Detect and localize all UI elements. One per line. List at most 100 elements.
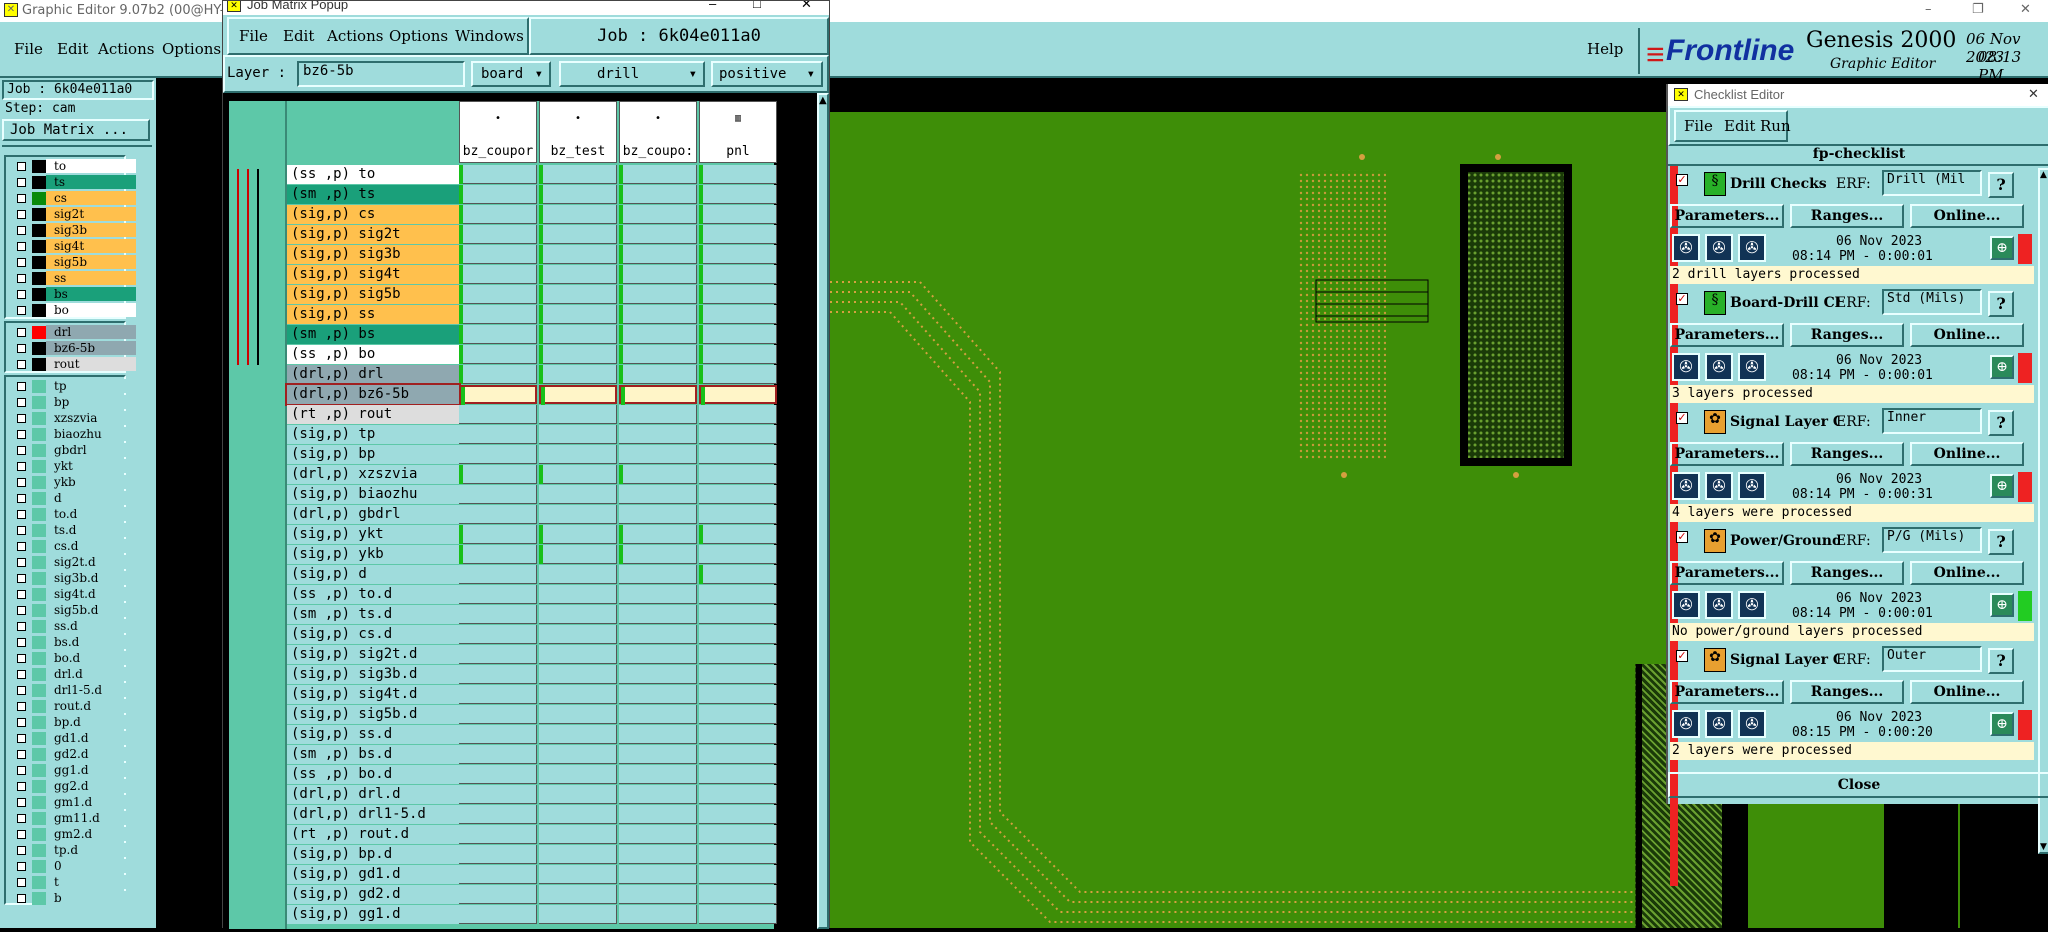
- reset-icon[interactable]: ✇: [1738, 472, 1766, 500]
- matrix-cell[interactable]: [619, 225, 697, 244]
- layer-swatch[interactable]: [32, 572, 46, 585]
- layer-swatch[interactable]: [32, 844, 46, 857]
- layer-row[interactable]: rout.d: [14, 699, 136, 714]
- action-checkbox[interactable]: ✓: [1676, 174, 1688, 186]
- layer-checkbox[interactable]: [17, 344, 26, 353]
- matrix-column-header[interactable]: • bz_coupor: [459, 101, 537, 163]
- layer-swatch[interactable]: [32, 326, 46, 339]
- layer-swatch[interactable]: [32, 700, 46, 713]
- layer-row[interactable]: drl1-5.d: [14, 683, 136, 698]
- matrix-cell[interactable]: [459, 805, 537, 824]
- matrix-row[interactable]: (sig,p) ss.d: [229, 725, 777, 744]
- layer-checkbox[interactable]: [17, 510, 26, 519]
- matrix-cell[interactable]: [699, 545, 777, 564]
- menu-help[interactable]: Help: [1587, 40, 1623, 58]
- matrix-cell[interactable]: [619, 825, 697, 844]
- layer-row[interactable]: gd1.d: [14, 731, 136, 746]
- layer-checkbox[interactable]: [17, 830, 26, 839]
- matrix-row-label[interactable]: (sig,p) sig3b.d: [287, 665, 459, 684]
- matrix-cell[interactable]: [459, 725, 537, 744]
- layer-row[interactable]: ss: [14, 271, 136, 286]
- matrix-cell[interactable]: [619, 285, 697, 304]
- matrix-row[interactable]: (sm ,p) ts.d: [229, 605, 777, 624]
- matrix-row-label[interactable]: (sig,p) sig3b: [287, 245, 459, 264]
- layer-row[interactable]: gm1.d: [14, 795, 136, 810]
- matrix-cell[interactable]: [699, 525, 777, 544]
- matrix-cell[interactable]: [539, 185, 617, 204]
- zoom-icon[interactable]: ⊕: [1990, 474, 2014, 498]
- layer-row[interactable]: bo: [14, 303, 136, 318]
- matrix-cell[interactable]: [459, 745, 537, 764]
- matrix-cell[interactable]: [539, 225, 617, 244]
- matrix-cell[interactable]: [699, 185, 777, 204]
- matrix-row[interactable]: (sig,p) gd1.d: [229, 865, 777, 884]
- matrix-cell[interactable]: [699, 465, 777, 484]
- layer-row[interactable]: sig3b: [14, 223, 136, 238]
- matrix-row[interactable]: (sig,p) sig5b: [229, 285, 777, 304]
- run-icon[interactable]: ✇: [1672, 234, 1700, 262]
- matrix-cell[interactable]: [699, 485, 777, 504]
- matrix-row-label[interactable]: (drl,p) drl1-5.d: [287, 805, 459, 824]
- layer-checkbox[interactable]: [17, 542, 26, 551]
- matrix-row-label[interactable]: (sig,p) sig5b.d: [287, 705, 459, 724]
- layer-checkbox[interactable]: [17, 478, 26, 487]
- popup-maximize-icon[interactable]: □: [753, 1, 761, 11]
- matrix-cell[interactable]: [459, 385, 537, 406]
- matrix-cell[interactable]: [459, 845, 537, 864]
- layer-row[interactable]: cs: [14, 191, 136, 206]
- matrix-row[interactable]: (drl,p) gbdrl: [229, 505, 777, 524]
- action-checkbox[interactable]: ✓: [1676, 650, 1688, 662]
- layer-checkbox[interactable]: [17, 462, 26, 471]
- layer-row[interactable]: sig5b.d: [14, 603, 136, 618]
- layer-checkbox[interactable]: [17, 290, 26, 299]
- help-button[interactable]: ?: [1988, 529, 2014, 555]
- matrix-row-label[interactable]: (sm ,p) ts: [287, 185, 459, 204]
- matrix-cell[interactable]: [539, 305, 617, 324]
- layer-swatch[interactable]: [32, 176, 46, 189]
- matrix-cell[interactable]: [619, 605, 697, 624]
- matrix-cell[interactable]: [539, 865, 617, 884]
- matrix-cell[interactable]: [539, 485, 617, 504]
- layer-row[interactable]: rout: [14, 357, 136, 372]
- ranges-button[interactable]: Ranges...: [1790, 204, 1904, 228]
- layer-swatch[interactable]: [32, 764, 46, 777]
- matrix-row-label[interactable]: (drl,p) xzszvia: [287, 465, 459, 484]
- matrix-row[interactable]: (ss ,p) to: [229, 165, 777, 184]
- matrix-cell[interactable]: [699, 505, 777, 524]
- erf-field[interactable]: Inner: [1882, 408, 1982, 434]
- matrix-row-label[interactable]: (sig,p) ykt: [287, 525, 459, 544]
- matrix-row-label[interactable]: (sm ,p) ts.d: [287, 605, 459, 624]
- matrix-cell[interactable]: [459, 345, 537, 364]
- online-button[interactable]: Online...: [1910, 561, 2024, 585]
- matrix-row[interactable]: (sig,p) tp: [229, 425, 777, 444]
- type-select[interactable]: drill ▾: [559, 61, 705, 87]
- matrix-cell[interactable]: [459, 365, 537, 384]
- matrix-cell[interactable]: [699, 645, 777, 664]
- matrix-row-label[interactable]: (sig,p) sig2t.d: [287, 645, 459, 664]
- layer-swatch[interactable]: [32, 272, 46, 285]
- matrix-cell[interactable]: [539, 765, 617, 784]
- matrix-cell[interactable]: [699, 785, 777, 804]
- matrix-cell[interactable]: [539, 505, 617, 524]
- matrix-cell[interactable]: [699, 705, 777, 724]
- matrix-cell[interactable]: [619, 785, 697, 804]
- layer-row[interactable]: drl: [14, 325, 136, 340]
- matrix-cell[interactable]: [699, 565, 777, 584]
- layer-swatch[interactable]: [32, 780, 46, 793]
- matrix-cell[interactable]: [459, 405, 537, 424]
- matrix-row[interactable]: (sig,p) sig2t: [229, 225, 777, 244]
- matrix-cell[interactable]: [459, 485, 537, 504]
- action-checkbox[interactable]: ✓: [1676, 531, 1688, 543]
- matrix-row-label[interactable]: (sig,p) gd1.d: [287, 865, 459, 884]
- matrix-cell[interactable]: [459, 285, 537, 304]
- layer-row[interactable]: bz6-5b: [14, 341, 136, 356]
- matrix-cell[interactable]: [619, 345, 697, 364]
- matrix-cell[interactable]: [459, 445, 537, 464]
- matrix-cell[interactable]: [699, 845, 777, 864]
- matrix-row-label[interactable]: (ss ,p) bo: [287, 345, 459, 364]
- popup-menu-options[interactable]: Options: [389, 27, 448, 45]
- matrix-cell[interactable]: [699, 305, 777, 324]
- layer-swatch[interactable]: [32, 192, 46, 205]
- menu-file[interactable]: File: [14, 40, 43, 58]
- reset-icon[interactable]: ✇: [1738, 234, 1766, 262]
